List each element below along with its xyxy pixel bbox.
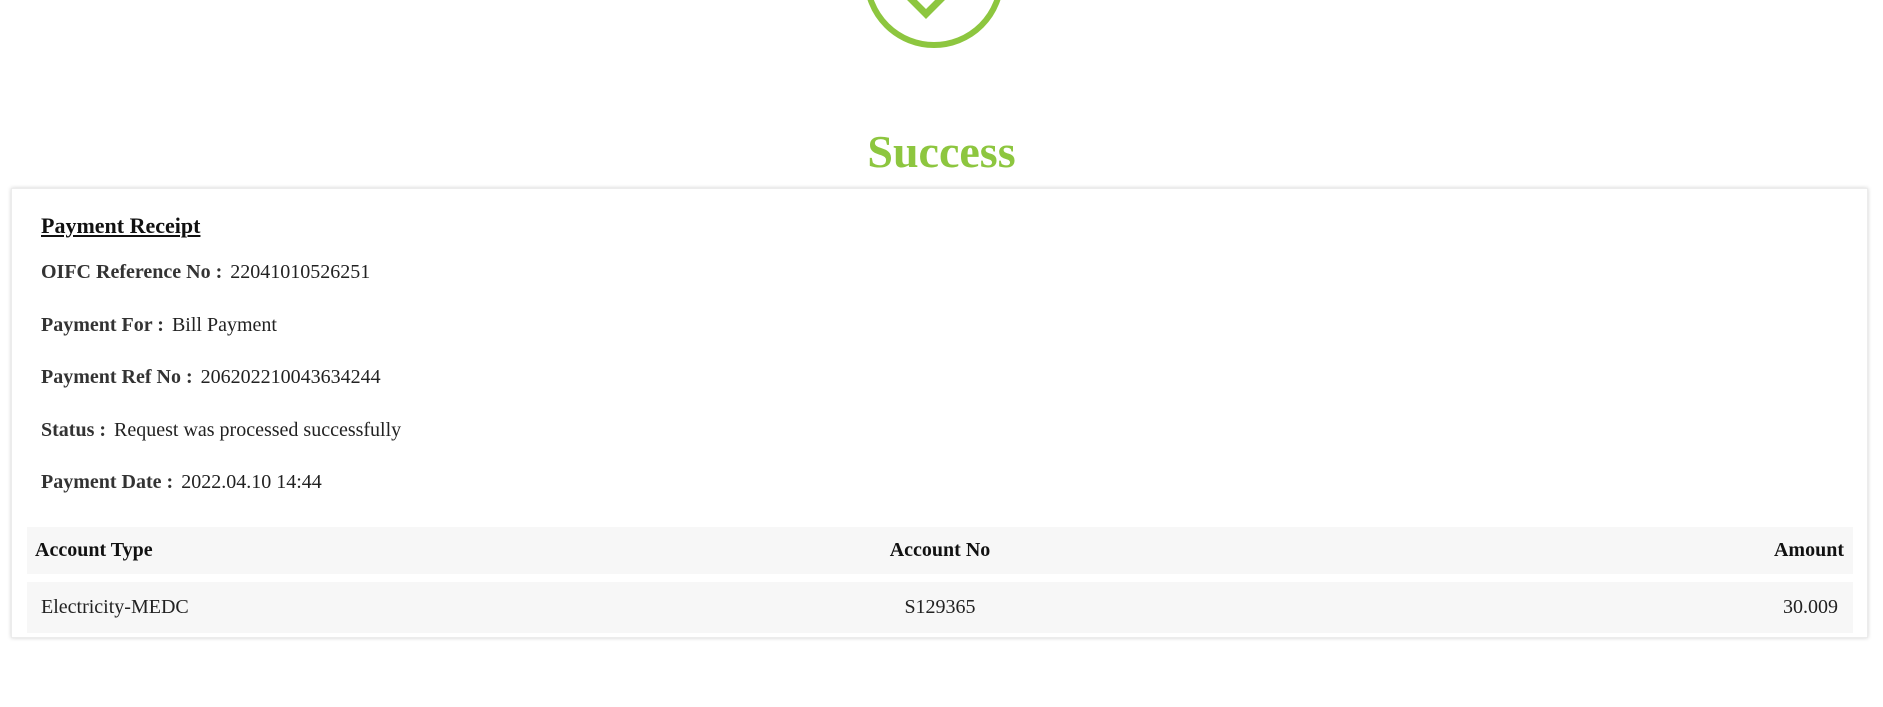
status-row: Status : Request was processed successful… <box>41 416 401 444</box>
payment-receipt-card: Payment Receipt OIFC Reference No : 22041… <box>11 188 1868 638</box>
account-no-header: Account No <box>889 539 991 561</box>
success-title: Success <box>867 126 1016 177</box>
checkmark-icon <box>907 0 945 19</box>
payment-ref-value: 206202210043634244 <box>200 366 381 388</box>
check-circle-icon <box>864 0 1004 48</box>
payment-for-label: Payment For : <box>41 314 164 336</box>
receipt-heading: Payment Receipt <box>41 213 201 238</box>
status-value: Request was processed successfully <box>114 419 402 441</box>
amount-cell: 30.009 <box>1783 596 1838 618</box>
table-header-row: Account Type Account No Amount <box>27 527 1853 574</box>
payment-success-page: Success Payment Receipt OIFC Reference N… <box>0 0 1883 707</box>
oifc-reference-value: 22041010526251 <box>230 261 371 283</box>
status-label: Status : <box>41 419 107 441</box>
payment-date-value: 2022.04.10 14:44 <box>181 471 322 493</box>
oifc-reference-label: OIFC Reference No : <box>41 261 223 283</box>
payment-ref-label: Payment Ref No : <box>41 366 193 388</box>
amount-header: Amount <box>1773 539 1844 561</box>
account-no-cell: S129365 <box>904 596 976 618</box>
payment-date-row: Payment Date : 2022.04.10 14:44 <box>41 468 322 496</box>
payment-ref-row: Payment Ref No : 206202210043634244 <box>41 363 381 391</box>
table-row: Electricity-MEDC S129365 30.009 <box>27 582 1853 633</box>
payment-date-label: Payment Date : <box>41 471 174 493</box>
payment-for-value: Bill Payment <box>171 314 277 336</box>
payment-for-row: Payment For : Bill Payment <box>41 311 277 339</box>
oifc-reference-row: OIFC Reference No : 22041010526251 <box>41 258 370 286</box>
